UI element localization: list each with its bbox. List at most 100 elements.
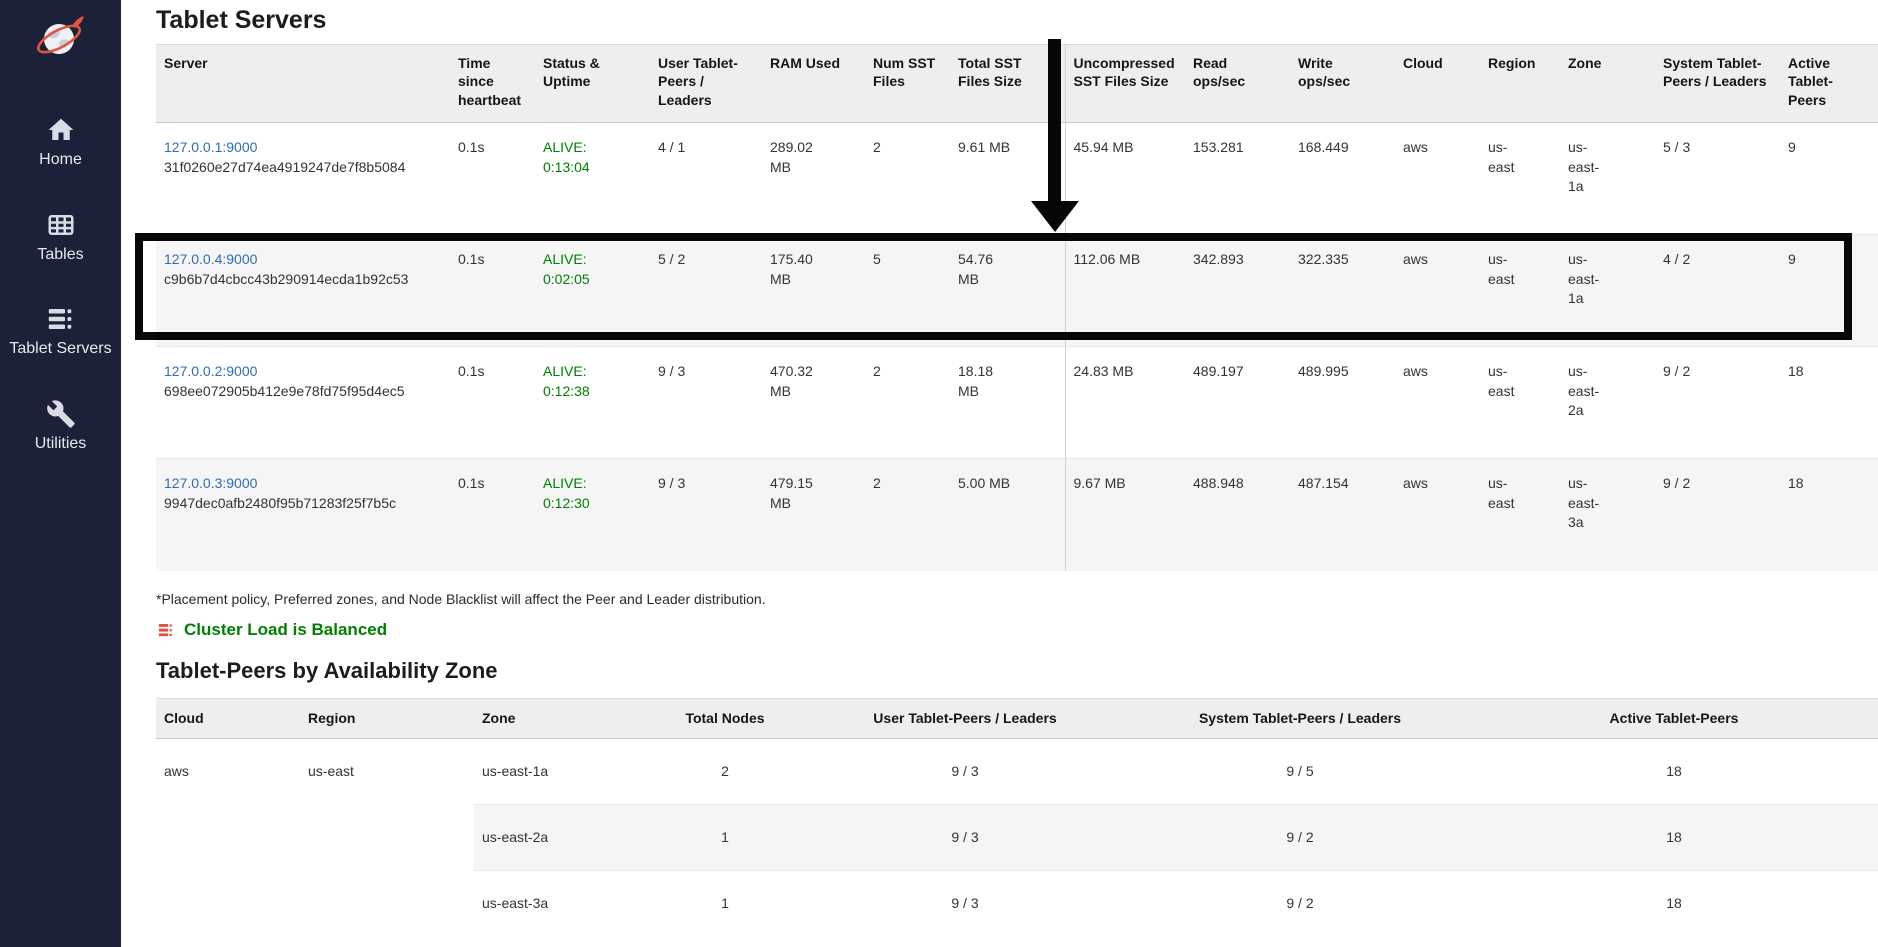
column-header: Zone — [474, 698, 650, 738]
table-header-row: Server Time since heartbeat Status & Upt… — [156, 45, 1878, 123]
user-peers-cell: 9 / 3 — [800, 738, 1130, 804]
server-cell: 127.0.0.1:9000 31f0260e27d74ea4919247de7… — [156, 123, 450, 235]
sidebar-item-label: Tables — [37, 246, 83, 264]
system-peers-cell: 9 / 2 — [1655, 347, 1780, 459]
column-header: Zone — [1560, 45, 1655, 123]
ram-cell: 479.15 MB — [762, 459, 865, 571]
uptime-text: 0:13:04 — [543, 158, 642, 178]
table-header-row: Cloud Region Zone Total Nodes User Table… — [156, 698, 1878, 738]
status-cell: ALIVE: 0:02:05 — [535, 235, 650, 347]
num-sst-cell: 2 — [865, 459, 950, 571]
column-header: System Tablet-Peers / Leaders — [1655, 45, 1780, 123]
yugabyte-logo[interactable] — [34, 9, 88, 68]
system-peers-cell: 9 / 2 — [1130, 870, 1470, 936]
column-header: Status & Uptime — [535, 45, 650, 123]
heartbeat-cell: 0.1s — [450, 459, 535, 571]
server-uuid: 698ee072905b412e9e78fd75f95d4ec5 — [164, 382, 442, 402]
sidebar-item-label: Home — [39, 151, 82, 169]
server-link[interactable]: 127.0.0.4:9000 — [164, 251, 257, 267]
server-link[interactable]: 127.0.0.3:9000 — [164, 475, 257, 491]
cloud-cell: aws — [156, 738, 300, 936]
column-header: Active Tablet-Peers — [1780, 45, 1878, 123]
column-header: Time since heartbeat — [450, 45, 535, 123]
uncompressed-sst-cell: 112.06 MB — [1065, 235, 1185, 347]
user-peers-cell: 9 / 3 — [800, 804, 1130, 870]
utilities-icon — [46, 399, 76, 429]
column-header: Uncompressed SST Files Size — [1065, 45, 1185, 123]
placement-footnote: *Placement policy, Preferred zones, and … — [156, 591, 1878, 607]
column-header: Write ops/sec — [1290, 45, 1395, 123]
active-peers-cell: 18 — [1470, 870, 1878, 936]
sidebar-item-tablet-servers[interactable]: Tablet Servers — [9, 304, 111, 358]
active-peers-cell: 18 — [1780, 347, 1878, 459]
cloud-cell: aws — [1395, 459, 1480, 571]
tablet-servers-icon — [45, 304, 75, 334]
zone-cell: us-east-3a — [474, 870, 650, 936]
ram-cell: 175.40 MB — [762, 235, 865, 347]
server-uuid: 31f0260e27d74ea4919247de7f8b5084 — [164, 158, 442, 178]
cluster-load-text: Cluster Load is Balanced — [184, 620, 387, 640]
column-header: User Tablet-Peers / Leaders — [650, 45, 762, 123]
column-header: Read ops/sec — [1185, 45, 1290, 123]
uptime-text: 0:12:38 — [543, 382, 642, 402]
server-uuid: c9b6b7d4cbcc43b290914ecda1b92c53 — [164, 270, 442, 290]
zone-cell: us-east-3a — [1560, 459, 1655, 571]
total-nodes-cell: 1 — [650, 870, 800, 936]
column-header: Total Nodes — [650, 698, 800, 738]
sidebar-item-home[interactable]: Home — [39, 115, 82, 169]
cluster-load-icon — [156, 622, 175, 638]
zone-cell: us-east-1a — [1560, 235, 1655, 347]
server-cell: 127.0.0.4:9000 c9b6b7d4cbcc43b290914ecda… — [156, 235, 450, 347]
column-header: Active Tablet-Peers — [1470, 698, 1878, 738]
table-row: 127.0.0.2:9000 698ee072905b412e9e78fd75f… — [156, 347, 1878, 459]
active-peers-cell: 18 — [1470, 804, 1878, 870]
num-sst-cell: 2 — [865, 123, 950, 235]
home-icon — [46, 115, 76, 145]
server-link[interactable]: 127.0.0.2:9000 — [164, 363, 257, 379]
write-ops-cell: 487.154 — [1290, 459, 1395, 571]
write-ops-cell: 168.449 — [1290, 123, 1395, 235]
column-header: Total SST Files Size — [950, 45, 1065, 123]
num-sst-cell: 2 — [865, 347, 950, 459]
server-cell: 127.0.0.2:9000 698ee072905b412e9e78fd75f… — [156, 347, 450, 459]
sidebar: Home Tables Tablet Servers Utilities — [0, 0, 121, 947]
sidebar-item-utilities[interactable]: Utilities — [35, 399, 87, 453]
server-link[interactable]: 127.0.0.1:9000 — [164, 139, 257, 155]
page-title: Tablet Servers — [156, 6, 1878, 35]
user-peers-cell: 5 / 2 — [650, 235, 762, 347]
status-text: ALIVE: — [543, 250, 642, 270]
server-cell: 127.0.0.3:9000 9947dec0afb2480f95b71283f… — [156, 459, 450, 571]
total-sst-cell: 5.00 MB — [950, 459, 1065, 571]
active-peers-cell: 9 — [1780, 123, 1878, 235]
ram-cell: 289.02 MB — [762, 123, 865, 235]
sidebar-item-label: Tablet Servers — [9, 340, 111, 358]
system-peers-cell: 5 / 3 — [1655, 123, 1780, 235]
column-header: Cloud — [1395, 45, 1480, 123]
zone-cell: us-east-2a — [1560, 347, 1655, 459]
heartbeat-cell: 0.1s — [450, 123, 535, 235]
zone-cell: us-east-1a — [474, 738, 650, 804]
cloud-cell: aws — [1395, 123, 1480, 235]
table-row: 127.0.0.1:9000 31f0260e27d74ea4919247de7… — [156, 123, 1878, 235]
server-uuid: 9947dec0afb2480f95b71283f25f7b5c — [164, 494, 442, 514]
status-text: ALIVE: — [543, 474, 642, 494]
region-cell: us-east — [1480, 459, 1560, 571]
status-text: ALIVE: — [543, 138, 642, 158]
column-header: Server — [156, 45, 450, 123]
status-text: ALIVE: — [543, 362, 642, 382]
uncompressed-sst-cell: 9.67 MB — [1065, 459, 1185, 571]
total-sst-cell: 18.18 MB — [950, 347, 1065, 459]
tablet-peers-by-az-table: Cloud Region Zone Total Nodes User Table… — [156, 698, 1878, 937]
sidebar-item-tables[interactable]: Tables — [37, 210, 83, 264]
region-cell: us-east — [1480, 347, 1560, 459]
region-cell: us-east — [300, 738, 474, 936]
heartbeat-cell: 0.1s — [450, 347, 535, 459]
ram-cell: 470.32 MB — [762, 347, 865, 459]
total-sst-cell: 9.61 MB — [950, 123, 1065, 235]
az-section-title: Tablet-Peers by Availability Zone — [156, 658, 1878, 684]
cluster-load-status: Cluster Load is Balanced — [156, 620, 1878, 640]
system-peers-cell: 9 / 5 — [1130, 738, 1470, 804]
active-peers-cell: 18 — [1780, 459, 1878, 571]
column-header: Region — [300, 698, 474, 738]
cloud-cell: aws — [1395, 347, 1480, 459]
